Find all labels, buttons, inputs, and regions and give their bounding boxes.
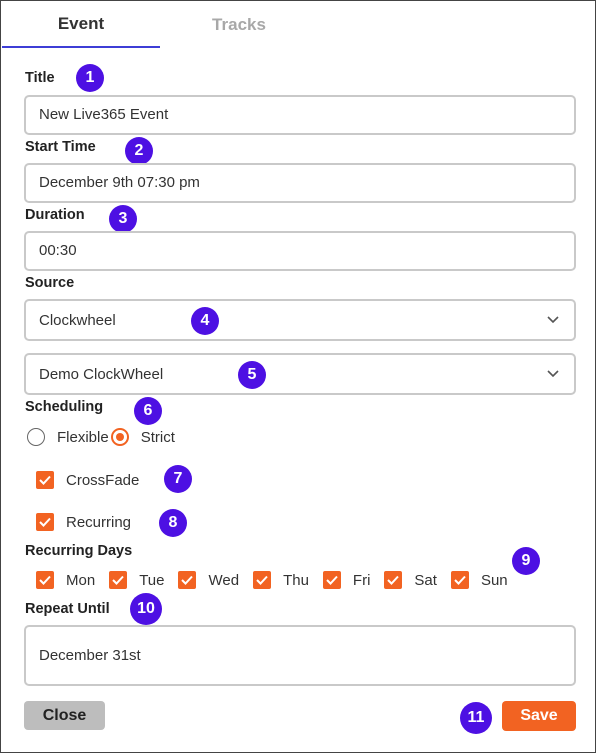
tab-tracks[interactable]: Tracks bbox=[160, 2, 318, 48]
day-thu-checkbox[interactable] bbox=[253, 571, 272, 589]
check-icon bbox=[39, 575, 51, 585]
check-icon bbox=[39, 517, 51, 527]
repeat-until-label: Repeat Until bbox=[25, 601, 110, 617]
day-wed: Wed bbox=[178, 571, 239, 589]
start-time-input[interactable]: December 9th 07:30 pm bbox=[24, 163, 576, 203]
annotation-badge-5: 5 bbox=[238, 361, 266, 389]
annotation-badge-8: 8 bbox=[159, 509, 187, 537]
save-button[interactable]: Save bbox=[502, 701, 576, 731]
annotation-badge-7: 7 bbox=[164, 465, 192, 493]
duration-input[interactable]: 00:30 bbox=[24, 231, 576, 271]
day-mon-checkbox[interactable] bbox=[36, 571, 54, 589]
check-icon bbox=[256, 575, 268, 585]
scheduling-radio-group: Flexible Strict bbox=[27, 428, 175, 446]
day-sat: Sat bbox=[384, 571, 437, 589]
crossfade-label: CrossFade bbox=[66, 471, 140, 489]
recurring-days-group: Mon Tue Wed Thu Fri Sat Sun bbox=[36, 571, 508, 589]
source-item-value: Demo ClockWheel bbox=[39, 365, 164, 383]
day-thu-label: Thu bbox=[283, 571, 309, 589]
day-fri: Fri bbox=[322, 571, 371, 589]
annotation-badge-2: 2 bbox=[125, 137, 153, 165]
tab-event[interactable]: Event bbox=[2, 2, 160, 48]
chevron-down-icon bbox=[545, 312, 561, 328]
annotation-badge-4: 4 bbox=[191, 307, 219, 335]
recurring-checkbox[interactable] bbox=[36, 513, 54, 531]
tab-bar: Event Tracks bbox=[2, 2, 595, 48]
check-icon bbox=[112, 575, 124, 585]
repeat-until-input[interactable]: December 31st bbox=[24, 625, 576, 686]
check-icon bbox=[454, 575, 466, 585]
radio-flexible[interactable] bbox=[27, 428, 45, 446]
annotation-badge-6: 6 bbox=[134, 397, 162, 425]
day-sat-checkbox[interactable] bbox=[384, 571, 403, 589]
scheduling-label: Scheduling bbox=[25, 399, 104, 415]
day-mon-label: Mon bbox=[66, 571, 96, 589]
source-type-select[interactable]: Clockwheel bbox=[24, 299, 576, 341]
crossfade-checkbox[interactable] bbox=[36, 471, 54, 489]
title-input[interactable]: New Live365 Event bbox=[24, 95, 576, 135]
recurring-days-label: Recurring Days bbox=[25, 543, 133, 559]
day-fri-label: Fri bbox=[352, 571, 371, 589]
day-tue-checkbox[interactable] bbox=[109, 571, 128, 589]
day-mon: Mon bbox=[36, 571, 95, 589]
day-sun: Sun bbox=[450, 571, 508, 589]
close-button[interactable]: Close bbox=[24, 701, 105, 730]
check-icon bbox=[39, 475, 51, 485]
title-label: Title bbox=[25, 70, 55, 86]
crossfade-row: CrossFade bbox=[36, 471, 139, 489]
radio-strict-label: Strict bbox=[140, 428, 175, 446]
source-type-value: Clockwheel bbox=[39, 311, 116, 329]
recurring-label: Recurring bbox=[66, 513, 132, 531]
annotation-badge-10: 10 bbox=[130, 593, 162, 625]
day-tue-label: Tue bbox=[139, 571, 165, 589]
event-dialog: Event Tracks Title 1 New Live365 Event S… bbox=[0, 0, 596, 753]
recurring-row: Recurring bbox=[36, 513, 131, 531]
annotation-badge-9: 9 bbox=[512, 547, 540, 575]
annotation-badge-1: 1 bbox=[76, 64, 104, 92]
radio-flexible-label: Flexible bbox=[57, 428, 109, 446]
day-wed-label: Wed bbox=[208, 571, 240, 589]
duration-label: Duration bbox=[25, 207, 85, 223]
chevron-down-icon bbox=[545, 366, 561, 382]
source-item-select[interactable]: Demo ClockWheel bbox=[24, 353, 576, 395]
day-wed-checkbox[interactable] bbox=[178, 571, 197, 589]
day-tue: Tue bbox=[109, 571, 164, 589]
day-sun-checkbox[interactable] bbox=[450, 571, 469, 589]
annotation-badge-11: 11 bbox=[460, 702, 492, 734]
day-fri-checkbox[interactable] bbox=[322, 571, 341, 589]
source-label: Source bbox=[25, 275, 75, 291]
day-sun-label: Sun bbox=[480, 571, 508, 589]
day-thu: Thu bbox=[253, 571, 309, 589]
check-icon bbox=[181, 575, 194, 585]
annotation-badge-3: 3 bbox=[109, 205, 137, 233]
start-time-label: Start Time bbox=[25, 139, 96, 155]
day-sat-label: Sat bbox=[414, 571, 437, 589]
check-icon bbox=[387, 575, 400, 585]
check-icon bbox=[326, 575, 338, 585]
radio-strict[interactable] bbox=[110, 428, 129, 446]
